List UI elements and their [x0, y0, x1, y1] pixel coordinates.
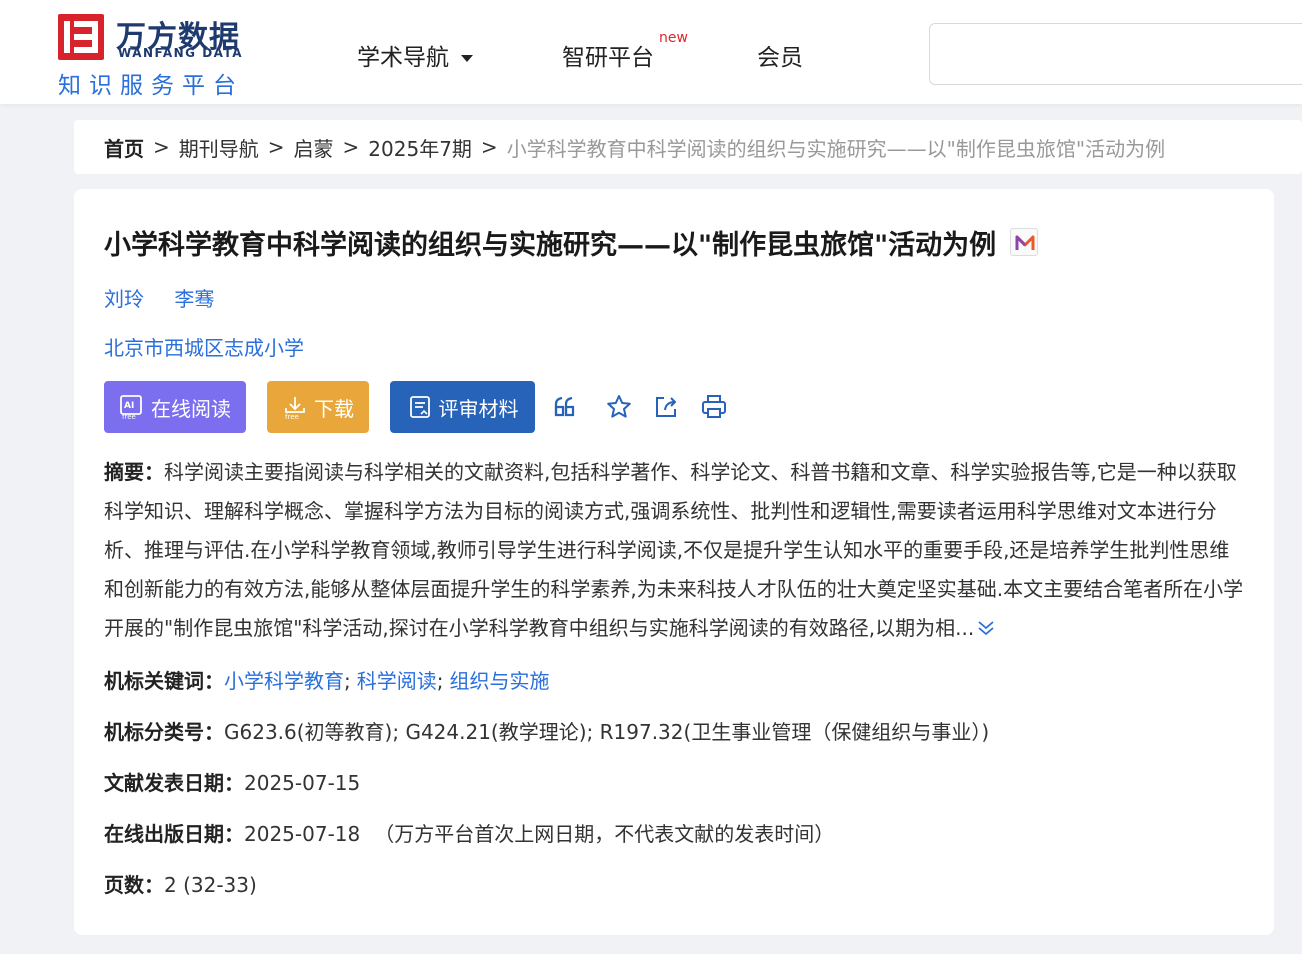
- expand-chevron-icon[interactable]: [976, 612, 996, 636]
- breadcrumb-current: 小学科学教育中科学阅读的组织与实施研究——以"制作昆虫旅馆"活动为例: [506, 136, 1166, 161]
- m-badge-icon[interactable]: [1010, 228, 1039, 256]
- author-link[interactable]: 李骞: [174, 287, 214, 311]
- print-icon[interactable]: [700, 393, 728, 421]
- classification-row: 机标分类号：G623.6(初等教育); G424.21(教学理论); R197.…: [104, 716, 989, 745]
- pub-date-label: 文献发表日期：: [104, 771, 244, 795]
- author-list: 刘玲 李骞: [104, 283, 238, 312]
- pages-value: 2 (32-33): [164, 873, 257, 897]
- favorite-icon[interactable]: [605, 393, 633, 421]
- nav-research-platform-label: 智研平台: [562, 45, 654, 71]
- ai-read-icon: AI free: [120, 395, 142, 420]
- keywords-label: 机标关键词：: [104, 669, 224, 693]
- download-icon: free: [285, 397, 305, 420]
- read-online-label: 在线阅读: [151, 396, 231, 421]
- share-icon[interactable]: [652, 393, 680, 421]
- breadcrumb-journal[interactable]: 启蒙: [294, 133, 334, 162]
- logo-slogan: 知识服务平台: [58, 73, 244, 99]
- download-label: 下载: [314, 396, 354, 421]
- wanfang-logo-icon: [58, 14, 104, 60]
- breadcrumb-issue[interactable]: 2025年7期: [368, 133, 472, 162]
- classification-value: G623.6(初等教育); G424.21(教学理论); R197.32(卫生事…: [224, 720, 990, 744]
- wanfang-logo[interactable]: 万方数据 WANFANG DATA 知识服务平台: [58, 12, 258, 99]
- svg-text:free: free: [285, 413, 299, 420]
- read-online-button[interactable]: AI free 在线阅读: [104, 381, 246, 433]
- breadcrumb-home[interactable]: 首页: [104, 133, 144, 162]
- nav-academic-guide[interactable]: 学术导航: [357, 38, 473, 72]
- author-organization[interactable]: 北京市西城区志成小学: [104, 332, 304, 361]
- svg-text:free: free: [122, 413, 136, 420]
- pub-date-row: 文献发表日期：2025-07-15: [104, 767, 360, 796]
- classification-label: 机标分类号：: [104, 720, 224, 744]
- new-badge: new: [659, 30, 688, 46]
- pub-date-value: 2025-07-15: [244, 771, 361, 795]
- breadcrumb: 首页 > 期刊导航 > 启蒙 > 2025年7期 > 小学科学教育中科学阅读的组…: [74, 120, 1302, 174]
- article-title-row: 小学科学教育中科学阅读的组织与实施研究——以"制作昆虫旅馆"活动为例: [104, 223, 1039, 262]
- pages-label: 页数：: [104, 873, 164, 897]
- cite-icon[interactable]: [552, 393, 580, 421]
- article-card: 小学科学教育中科学阅读的组织与实施研究——以"制作昆虫旅馆"活动为例 刘玲 李骞…: [74, 189, 1274, 935]
- breadcrumb-separator: >: [153, 135, 170, 159]
- nav-research-platform[interactable]: 智研平台: [562, 38, 654, 72]
- document-icon: [409, 396, 430, 418]
- online-date-note: （万方平台首次上网日期，不代表文献的发表时间）: [374, 822, 835, 846]
- nav-membership[interactable]: 会员: [757, 38, 803, 72]
- chevron-down-icon: [461, 55, 473, 62]
- abstract: 摘要：科学阅读主要指阅读与科学相关的文献资料,包括科学著作、科学论文、科普书籍和…: [104, 453, 1244, 648]
- review-material-label: 评审材料: [438, 396, 519, 421]
- download-button[interactable]: free 下载: [267, 381, 369, 433]
- keyword-separator: ;: [344, 669, 351, 693]
- abstract-label: 摘要：: [104, 460, 164, 484]
- breadcrumb-separator: >: [267, 135, 285, 159]
- keywords-row: 机标关键词：小学科学教育; 科学阅读; 组织与实施: [104, 665, 550, 694]
- breadcrumb-separator: >: [480, 135, 498, 159]
- keyword-link[interactable]: 小学科学教育: [224, 669, 344, 693]
- online-date-label: 在线出版日期：: [104, 822, 244, 846]
- review-material-button[interactable]: 评审材料: [390, 381, 535, 433]
- online-date-row: 在线出版日期：2025-07-18 （万方平台首次上网日期，不代表文献的发表时间）: [104, 818, 834, 847]
- keyword-separator: ;: [436, 669, 444, 693]
- search-input[interactable]: [929, 23, 1302, 85]
- nav-membership-label: 会员: [757, 45, 803, 71]
- nav-academic-guide-label: 学术导航: [357, 45, 449, 71]
- abstract-text: 科学阅读主要指阅读与科学相关的文献资料,包括科学著作、科学论文、科普书籍和文章、…: [104, 460, 1244, 640]
- breadcrumb-separator: >: [342, 135, 360, 159]
- article-title: 小学科学教育中科学阅读的组织与实施研究——以"制作昆虫旅馆"活动为例: [104, 230, 997, 261]
- breadcrumb-journal-nav[interactable]: 期刊导航: [179, 133, 259, 162]
- keyword-link[interactable]: 科学阅读: [357, 669, 437, 693]
- online-date-value: 2025-07-18: [244, 822, 361, 846]
- keyword-link[interactable]: 组织与实施: [450, 669, 550, 693]
- pages-row: 页数：2 (32-33): [104, 869, 257, 898]
- logo-en-name: WANFANG DATA: [118, 46, 244, 60]
- svg-text:AI: AI: [124, 401, 134, 411]
- top-header: 万方数据 WANFANG DATA 知识服务平台 学术导航 智研平台 new 会…: [0, 0, 1302, 104]
- author-link[interactable]: 刘玲: [104, 287, 144, 311]
